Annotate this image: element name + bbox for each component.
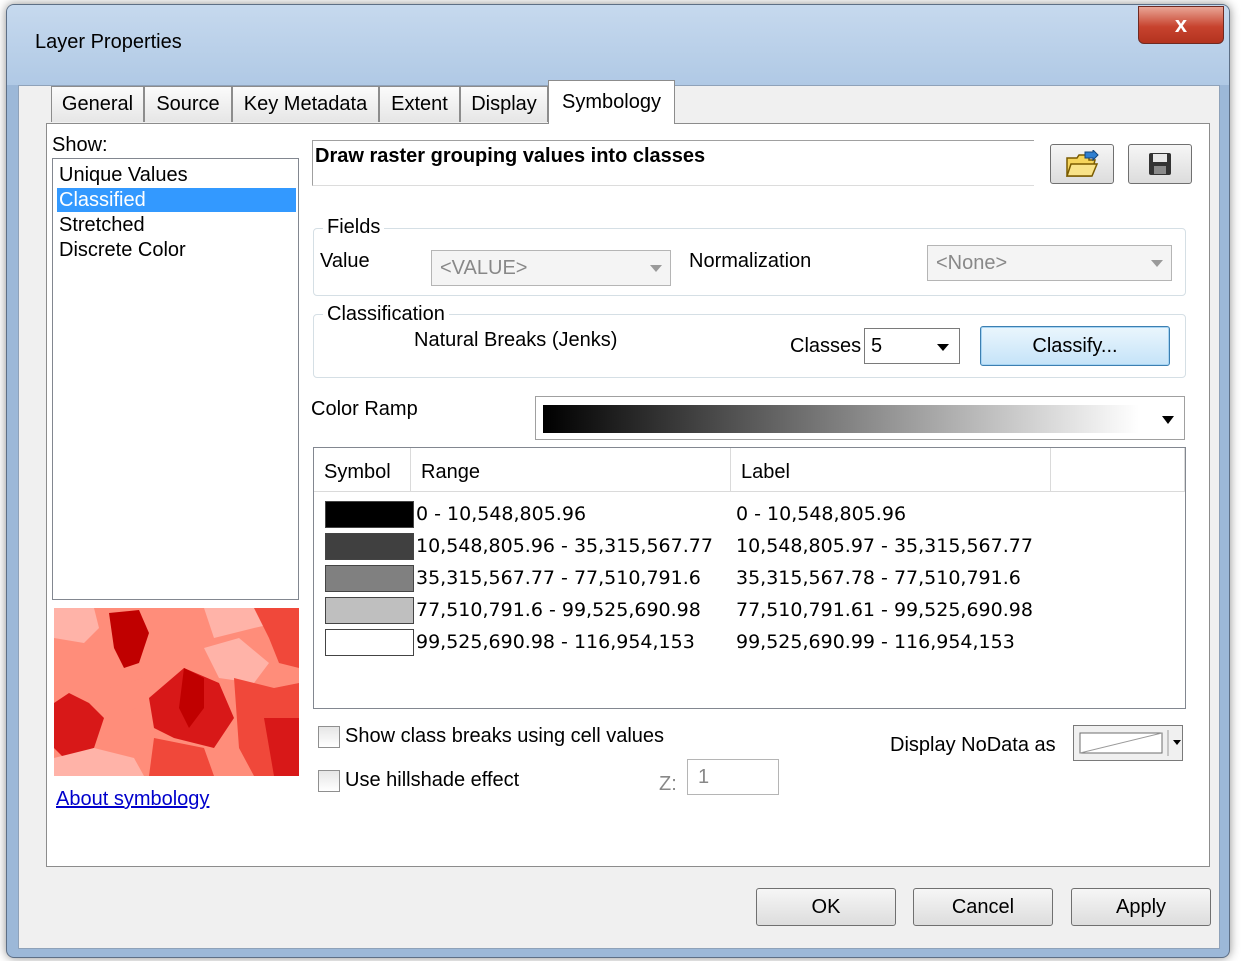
symbology-description: Draw raster grouping values into classes	[315, 145, 706, 167]
nodata-swatch-icon	[1079, 730, 1181, 756]
value-field-selected: <VALUE>	[440, 257, 528, 279]
chevron-down-icon	[937, 344, 949, 351]
symbol-swatch[interactable]	[325, 533, 414, 560]
color-ramp-gradient	[543, 405, 1139, 433]
symbol-swatch[interactable]	[325, 629, 414, 656]
range-cell[interactable]: 99,525,690.98 - 116,954,153	[416, 631, 695, 653]
z-label: Z:	[659, 773, 677, 795]
close-icon: x	[1174, 12, 1188, 37]
ok-button[interactable]: OK	[756, 888, 896, 926]
normalization-label: Normalization	[689, 250, 812, 272]
tab-general[interactable]: General	[51, 86, 144, 122]
column-header-label[interactable]: Label	[731, 448, 1051, 492]
title-bar[interactable]: Layer Properties x	[7, 5, 1229, 85]
z-factor-input[interactable]: 1	[687, 759, 779, 795]
tab-key-metadata[interactable]: Key Metadata	[232, 86, 379, 122]
symbol-swatch[interactable]	[325, 597, 414, 624]
label-cell[interactable]: 0 - 10,548,805.96	[736, 503, 906, 525]
apply-button[interactable]: Apply	[1071, 888, 1211, 926]
classify-button[interactable]: Classify...	[980, 326, 1170, 366]
value-label: Value	[320, 250, 370, 272]
show-label: Show:	[52, 134, 108, 156]
chevron-down-icon	[1162, 416, 1174, 424]
import-symbology-button[interactable]	[1050, 144, 1114, 184]
hillshade-checkbox[interactable]	[318, 770, 340, 792]
save-disk-icon	[1149, 153, 1171, 175]
classification-method: Natural Breaks (Jenks)	[414, 329, 618, 351]
cancel-button[interactable]: Cancel	[913, 888, 1053, 926]
color-ramp-dropdown[interactable]	[535, 396, 1185, 440]
window-title: Layer Properties	[35, 31, 182, 53]
nodata-color-picker[interactable]	[1073, 725, 1183, 761]
classification-group-title: Classification	[323, 303, 449, 326]
column-header-range[interactable]: Range	[411, 448, 731, 492]
classes-selected: 5	[871, 335, 883, 357]
open-folder-icon	[1065, 150, 1099, 177]
normalization-dropdown[interactable]: <None>	[927, 245, 1172, 281]
color-ramp-label: Color Ramp	[311, 398, 418, 420]
label-cell[interactable]: 35,315,567.78 - 77,510,791.6	[736, 567, 1021, 589]
label-cell[interactable]: 99,525,690.99 - 116,954,153	[736, 631, 1015, 653]
class-table[interactable]: Symbol Range Label 0 - 10,548,805.96 0 -…	[313, 447, 1186, 709]
show-item-unique-values[interactable]: Unique Values	[57, 163, 296, 187]
hillshade-label: Use hillshade effect	[345, 769, 520, 791]
label-cell[interactable]: 10,548,805.97 - 35,315,567.77	[736, 535, 1033, 557]
range-cell[interactable]: 0 - 10,548,805.96	[416, 503, 586, 525]
fields-group-title: Fields	[323, 216, 385, 239]
tab-display[interactable]: Display	[460, 86, 548, 122]
label-cell[interactable]: 77,510,791.61 - 99,525,690.98	[736, 599, 1033, 621]
about-symbology-link[interactable]: About symbology	[56, 788, 209, 811]
preview-raster	[54, 608, 299, 776]
show-item-discrete-color[interactable]: Discrete Color	[57, 238, 296, 262]
close-button[interactable]: x	[1138, 6, 1224, 44]
chevron-down-icon	[1151, 260, 1163, 267]
show-list[interactable]: Unique Values Classified Stretched Discr…	[52, 158, 299, 600]
tab-symbology[interactable]: Symbology	[548, 80, 675, 124]
tab-extent[interactable]: Extent	[379, 86, 460, 122]
value-field-dropdown[interactable]: <VALUE>	[431, 250, 671, 286]
range-cell[interactable]: 77,510,791.6 - 99,525,690.98	[416, 599, 701, 621]
display-nodata-label: Display NoData as	[890, 734, 1056, 756]
show-item-classified[interactable]: Classified	[57, 188, 296, 212]
show-class-breaks-checkbox[interactable]	[318, 726, 340, 748]
range-cell[interactable]: 10,548,805.96 - 35,315,567.77	[416, 535, 713, 557]
classes-label: Classes	[790, 335, 862, 357]
column-header-blank	[1051, 448, 1185, 492]
show-item-stretched[interactable]: Stretched	[57, 213, 296, 237]
tab-source[interactable]: Source	[144, 86, 232, 122]
normalization-selected: <None>	[936, 252, 1008, 274]
column-header-symbol[interactable]: Symbol	[314, 448, 411, 492]
show-class-breaks-label: Show class breaks using cell values	[345, 725, 665, 747]
symbol-swatch[interactable]	[325, 565, 414, 592]
classes-dropdown[interactable]: 5	[864, 328, 960, 364]
chevron-down-icon	[650, 265, 662, 272]
range-cell[interactable]: 35,315,567.77 - 77,510,791.6	[416, 567, 701, 589]
symbol-swatch[interactable]	[325, 501, 414, 528]
save-symbology-button[interactable]	[1128, 144, 1192, 184]
symbology-preview-image	[54, 608, 299, 776]
